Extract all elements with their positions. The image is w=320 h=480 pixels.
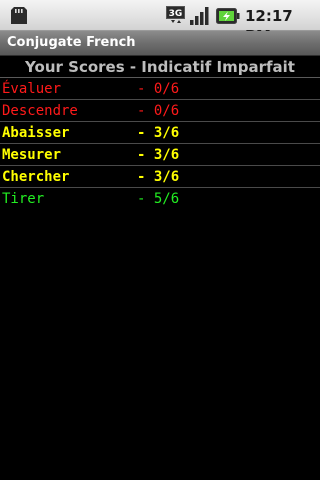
verb-label: Évaluer <box>2 81 62 97</box>
app-title: Conjugate French <box>7 35 136 50</box>
verb-label: Mesurer <box>2 147 62 163</box>
score-list: Évaluer - 0/6 Descendre - 0/6 Abaisser -… <box>0 78 320 210</box>
signal-strength-icon <box>190 7 209 25</box>
verb-label: Chercher <box>2 169 70 185</box>
score-row-mesurer[interactable]: Mesurer - 3/6 <box>0 144 320 166</box>
title-bar: Conjugate French <box>0 31 320 56</box>
svg-text:3G: 3G <box>169 9 183 19</box>
status-bar: 3G 12:17 PM <box>0 0 320 45</box>
score-value: - 0/6 <box>137 81 180 97</box>
score-value: - 5/6 <box>137 191 180 207</box>
score-row-chercher[interactable]: Chercher - 3/6 <box>0 166 320 188</box>
score-row-evaluer[interactable]: Évaluer - 0/6 <box>0 78 320 100</box>
sd-card-icon <box>11 7 27 24</box>
score-value: - 0/6 <box>137 103 180 119</box>
verb-label: Abaisser <box>2 125 70 141</box>
score-value: - 3/6 <box>137 169 180 185</box>
score-row-descendre[interactable]: Descendre - 0/6 <box>0 100 320 122</box>
score-value: - 3/6 <box>137 147 180 163</box>
score-row-tirer[interactable]: Tirer - 5/6 <box>0 188 320 210</box>
scores-header: Your Scores - Indicatif Imparfait <box>0 57 320 78</box>
verb-label: Tirer <box>2 191 45 207</box>
verb-label: Descendre <box>2 103 78 119</box>
score-row-abaisser[interactable]: Abaisser - 3/6 <box>0 122 320 144</box>
score-value: - 3/6 <box>137 125 180 141</box>
3g-data-icon: 3G <box>166 6 185 23</box>
battery-charging-icon <box>216 8 240 24</box>
